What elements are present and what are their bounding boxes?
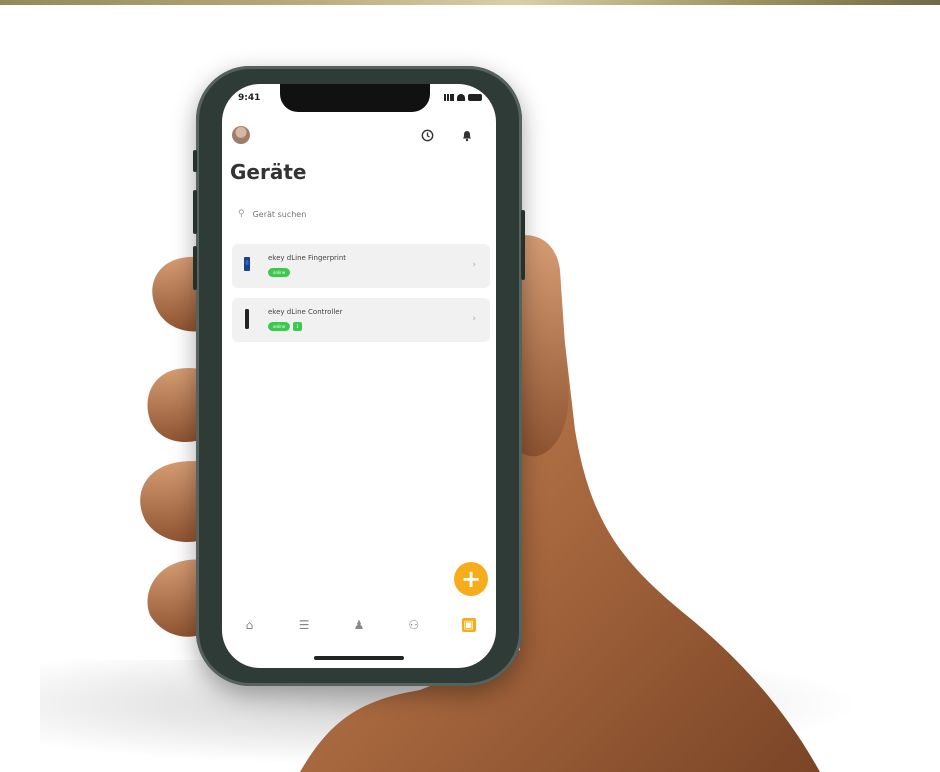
status-time: 9:41: [238, 93, 261, 103]
device-name: ekey dLine Fingerprint: [268, 254, 347, 262]
list-icon: ☰: [298, 618, 310, 632]
devices-icon: ▣: [461, 618, 476, 632]
controller-icon: [245, 309, 249, 329]
notch: [280, 84, 430, 112]
phone-power-button: [521, 210, 525, 280]
home-indicator: [314, 656, 404, 660]
device-badges: online: [268, 268, 291, 277]
status-icons: [442, 94, 482, 101]
search-bar[interactable]: ⚲: [232, 200, 486, 228]
search-input[interactable]: [250, 208, 455, 220]
add-device-button[interactable]: +: [454, 562, 488, 596]
tab-devices[interactable]: ▣: [456, 615, 482, 635]
battery-icon: [468, 94, 482, 101]
user-icon: ♟: [353, 618, 365, 632]
wifi-icon: [457, 94, 465, 101]
page-title: Geräte: [230, 160, 307, 184]
tab-user[interactable]: ♟: [346, 615, 372, 635]
chevron-right-icon: ›: [472, 314, 476, 324]
device-list: ekey dLine Fingerprint online › ekey dLi…: [232, 244, 490, 352]
tab-home[interactable]: ⌂: [236, 615, 262, 635]
tab-users[interactable]: ⚇: [401, 615, 427, 635]
avatar[interactable]: [232, 126, 250, 144]
device-name: ekey dLine Controller: [268, 308, 343, 316]
tab-list[interactable]: ☰: [291, 615, 317, 635]
chevron-right-icon: ›: [472, 260, 476, 270]
phone-mute-switch: [193, 150, 197, 172]
app-screen: 9:41 Geräte ⚲ ekey dLine Fingerprint onl…: [222, 84, 496, 668]
fingerprint-reader-icon: [244, 257, 250, 271]
home-icon: ⌂: [245, 618, 254, 632]
list-item[interactable]: ekey dLine Fingerprint online ›: [232, 244, 490, 288]
list-item[interactable]: ekey dLine Controller online 1 ›: [232, 298, 490, 342]
users-icon: ⚇: [408, 618, 420, 632]
count-badge: 1: [293, 322, 302, 331]
bell-icon[interactable]: [458, 126, 476, 144]
tab-bar: ⌂ ☰ ♟ ⚇ ▣: [222, 610, 496, 640]
phone-volume-down: [193, 246, 197, 290]
search-icon: ⚲: [238, 209, 245, 219]
phone-volume-up: [193, 190, 197, 234]
signal-icon: [442, 94, 454, 101]
clock-icon[interactable]: [418, 126, 436, 144]
status-badge: online: [268, 322, 291, 331]
device-badges: online 1: [268, 322, 302, 331]
status-badge: online: [268, 268, 291, 277]
